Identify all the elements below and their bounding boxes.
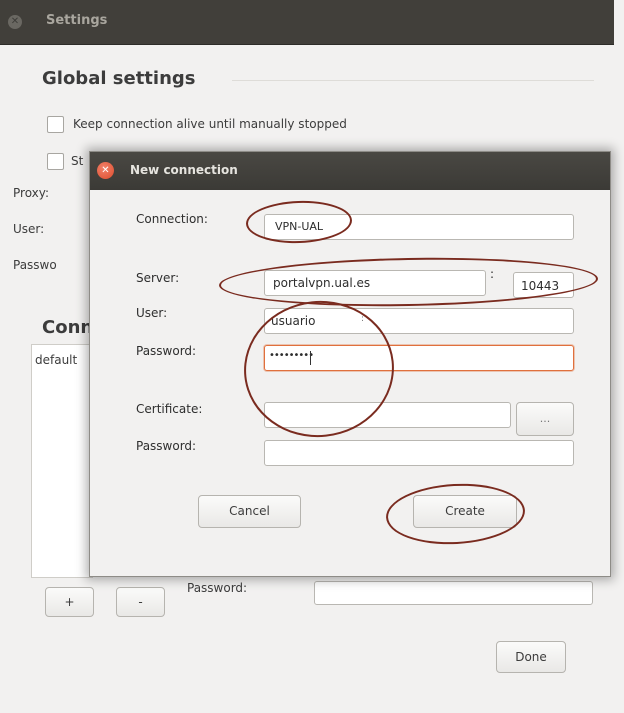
user-input[interactable]: usuario : <box>264 308 574 334</box>
new-connection-dialog: ✕ New connection Connection: VPN-UAL Ser… <box>89 151 611 577</box>
certificate-input[interactable] <box>264 402 511 428</box>
close-icon[interactable]: ✕ <box>8 15 22 29</box>
password-label: Password: <box>136 344 197 358</box>
certificate-password-input[interactable] <box>264 440 574 466</box>
cancel-button[interactable]: Cancel <box>198 495 301 528</box>
add-connection-button[interactable]: + <box>45 587 94 617</box>
connection-value: VPN-UAL <box>275 220 324 233</box>
certificate-password-label: Password: <box>136 439 197 453</box>
keep-alive-label: Keep connection alive until manually sto… <box>73 117 347 131</box>
dialog-titlebar: ✕ New connection <box>90 152 610 190</box>
port-input[interactable]: 10443 <box>513 272 574 298</box>
settings-titlebar: ✕ Settings <box>0 0 614 45</box>
connection-label: Connection: <box>136 212 208 226</box>
text-caret <box>310 351 311 365</box>
proxy-label: Proxy: <box>13 186 50 200</box>
password-input[interactable]: ••••••••• <box>264 345 574 371</box>
connections-list[interactable]: default <box>31 344 93 578</box>
bottom-password-field[interactable] <box>314 581 593 605</box>
global-settings-heading: Global settings <box>42 68 196 89</box>
create-button[interactable]: Create <box>413 495 517 528</box>
user-label: User: <box>13 222 45 236</box>
start-checkbox[interactable] <box>47 153 64 170</box>
user-label: User: <box>136 306 168 320</box>
connections-heading: Conn <box>42 317 94 338</box>
close-icon[interactable]: ✕ <box>97 162 114 179</box>
done-button[interactable]: Done <box>496 641 566 673</box>
port-separator: : <box>490 267 495 281</box>
cursor-mark: : <box>361 314 365 324</box>
window-title: Settings <box>46 13 108 28</box>
dialog-title: New connection <box>130 163 238 177</box>
keep-alive-checkbox[interactable] <box>47 116 64 133</box>
server-input[interactable]: portalvpn.ual.es <box>264 270 486 296</box>
heading-divider <box>232 80 594 81</box>
connection-input[interactable]: VPN-UAL <box>264 214 574 240</box>
bottom-password-label: Password: <box>187 581 248 595</box>
server-label: Server: <box>136 271 180 285</box>
start-label: St <box>71 154 84 168</box>
remove-connection-button[interactable]: - <box>116 587 165 617</box>
password-label: Passwo <box>13 258 57 272</box>
certificate-label: Certificate: <box>136 402 203 416</box>
list-item[interactable]: default <box>35 353 77 367</box>
server-value: portalvpn.ual.es <box>273 276 371 290</box>
user-value: usuario <box>271 314 316 328</box>
browse-certificate-button[interactable]: ... <box>516 402 574 436</box>
password-value: ••••••••• <box>269 350 314 361</box>
port-value: 10443 <box>521 279 560 293</box>
